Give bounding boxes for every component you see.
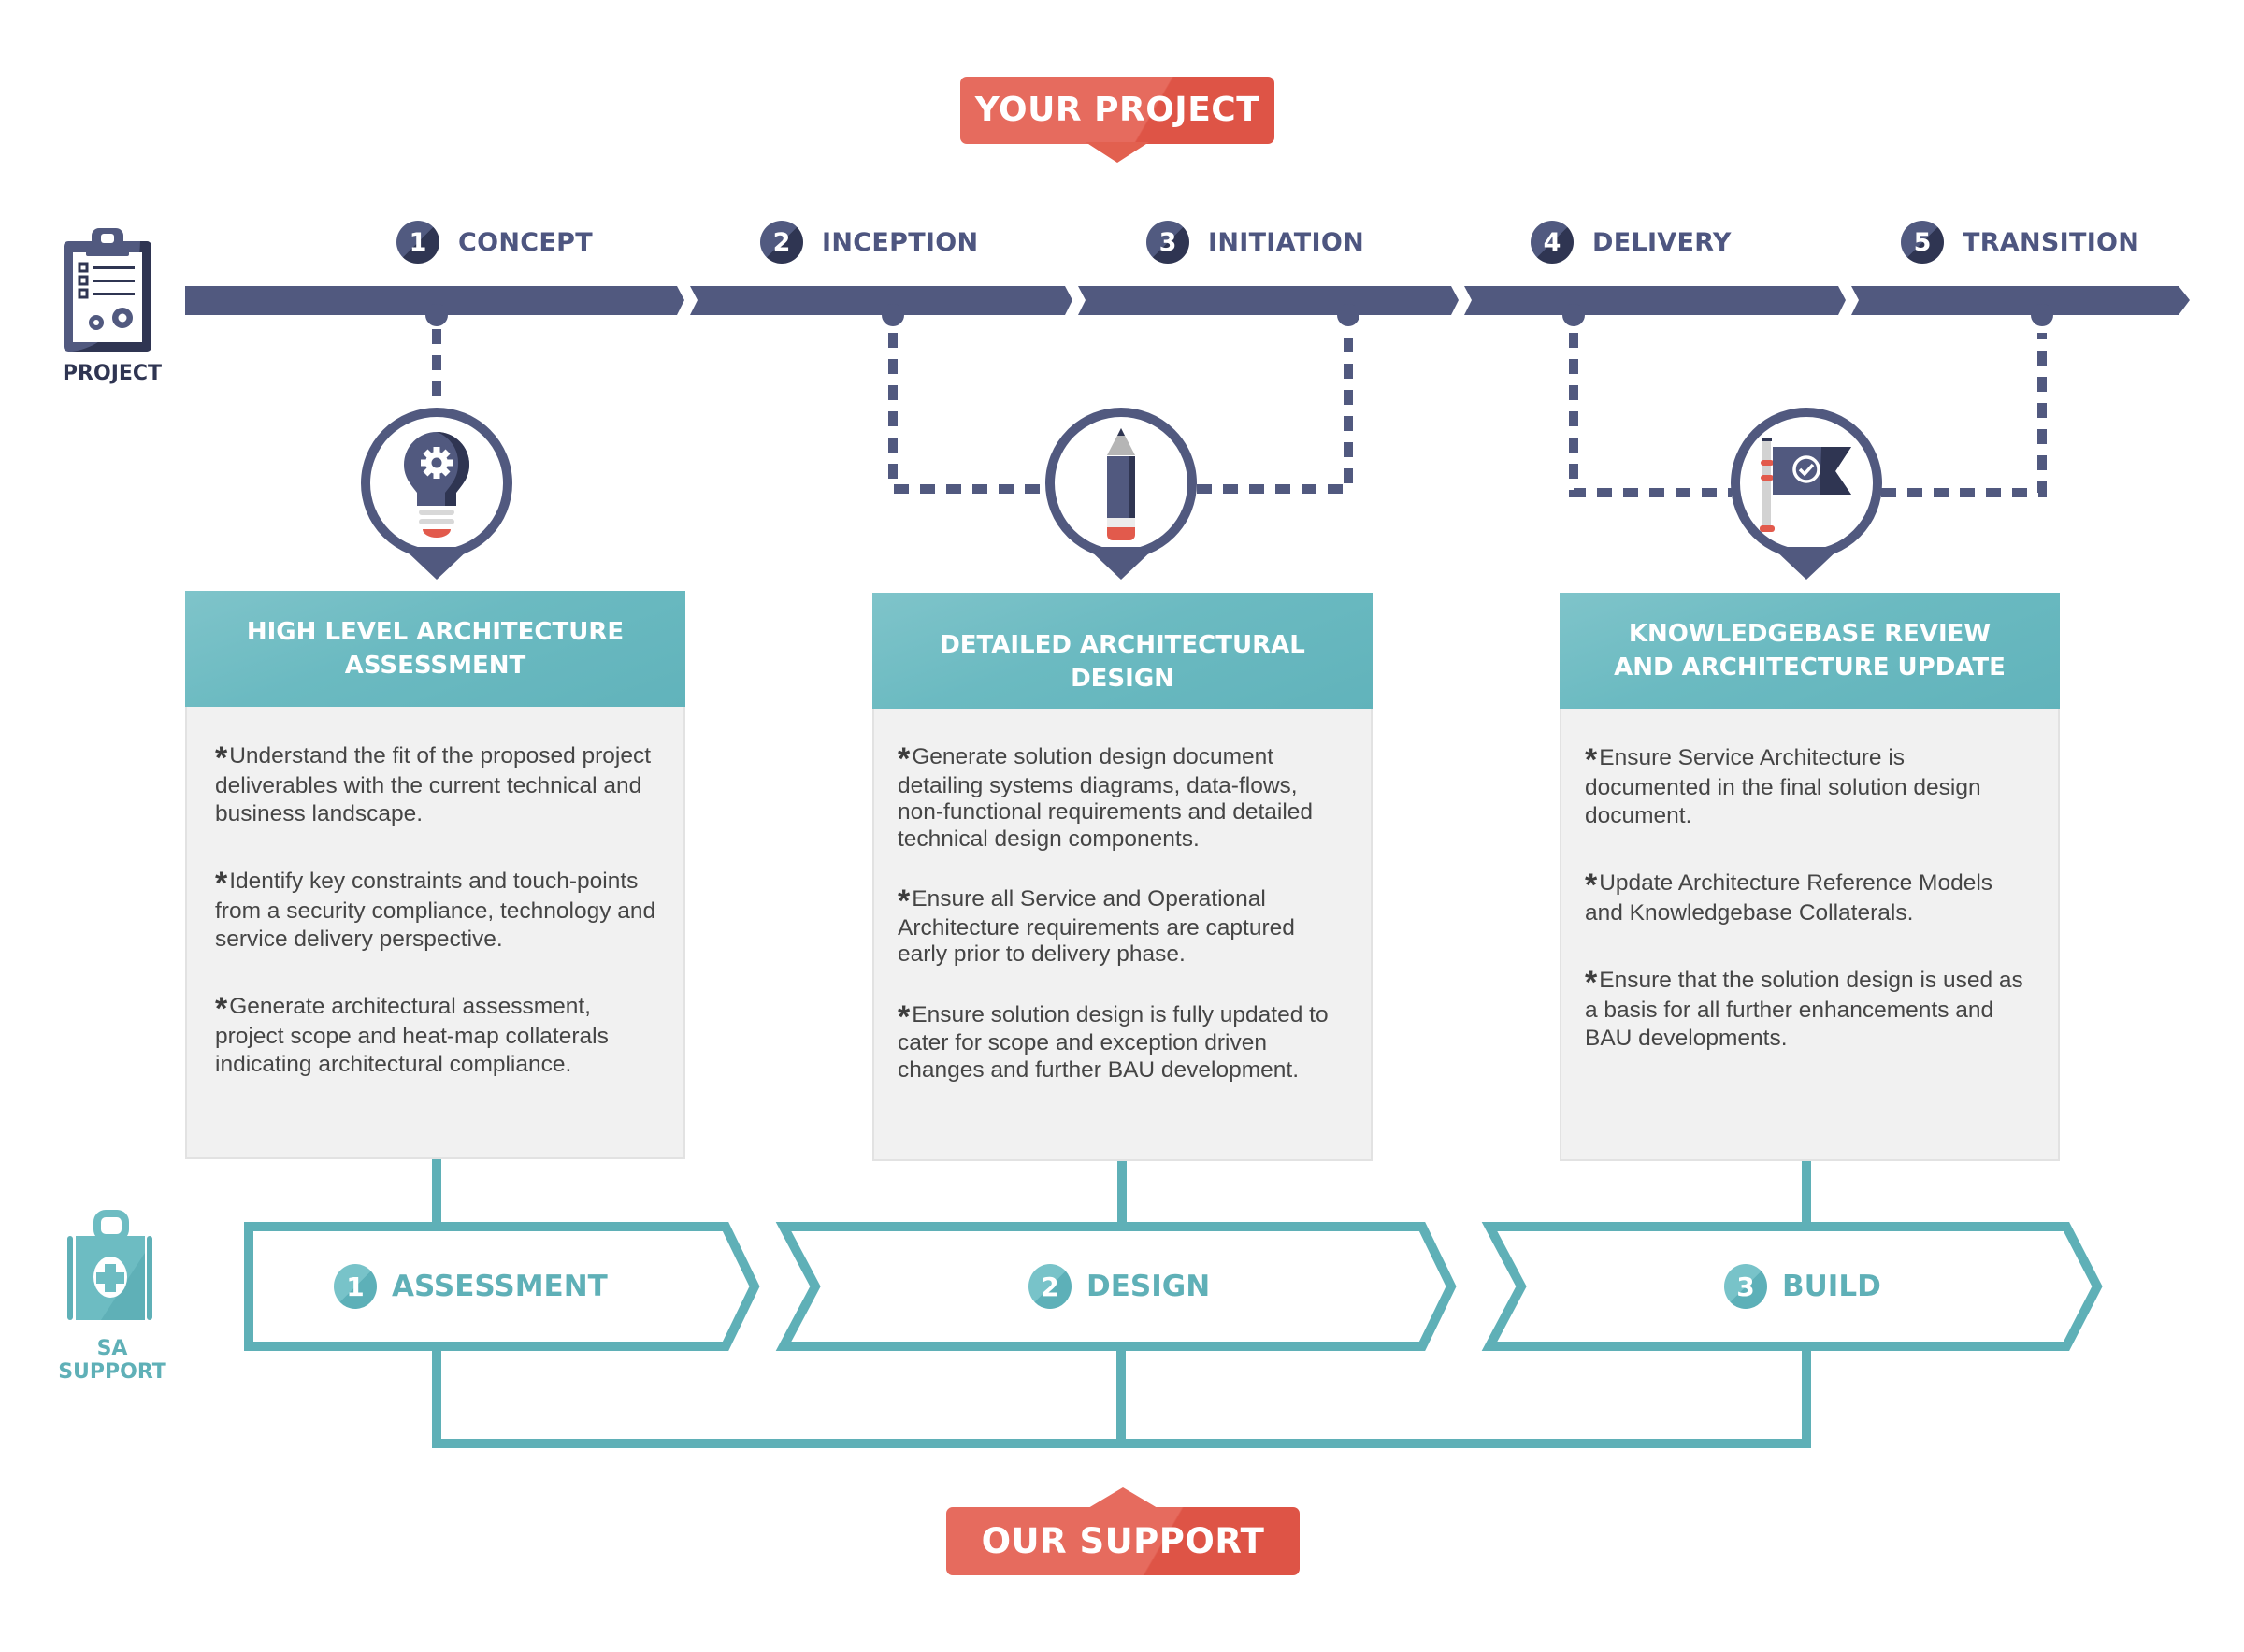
icon-pin-3 [1731,408,1882,580]
phase-label: CONCEPT [458,227,593,257]
bullet-text: Ensure that the solution design is used … [1585,968,2023,1051]
phase-number-badge: 4 [1531,221,1574,264]
timeline-segment-delivery [1464,286,1846,315]
card-bullet: *Understand the fit of the proposed proj… [215,742,659,828]
phase-number-badge: 3 [1146,221,1189,264]
bullet-text: Identify key constraints and touch-point… [215,869,656,952]
card-bullets: *Ensure Service Architecture is document… [1585,744,2034,1092]
phase-label: INCEPTION [822,227,979,257]
phase-label: TRANSITION [1963,227,2140,257]
card-title: DETAILED ARCHITECTURAL DESIGN [872,593,1373,709]
support-step-design: 2 DESIGN [1028,1263,1210,1310]
asterisk-bullet-icon: * [1585,868,1598,903]
timeline-segment-inception [690,286,1072,315]
card-bullet: *Generate solution design document detai… [898,741,1346,853]
card-bullet: *Ensure that the solution design is used… [1585,967,2034,1053]
project-side-label: PROJECT [62,362,163,385]
phase-number-badge: 5 [1901,221,1944,264]
asterisk-bullet-icon: * [898,741,911,777]
card-title: KNOWLEDGEBASE REVIEW AND ARCHITECTURE UP… [1560,593,2060,709]
step-number-badge: 1 [334,1264,377,1309]
card-bullet: *Ensure Service Architecture is document… [1585,744,2034,830]
phase-label: DELIVERY [1592,227,1732,257]
asterisk-bullet-icon: * [898,998,911,1035]
bullet-text: Understand the fit of the proposed proje… [215,743,652,826]
our-support-label: OUR SUPPORT [981,1521,1265,1561]
card-bullet: *Ensure all Service and Operational Arch… [898,883,1346,969]
step-label: DESIGN [1086,1270,1211,1303]
phase-concept: 1 CONCEPT [396,219,593,266]
step-number-badge: 3 [1724,1264,1767,1309]
your-project-banner: YOUR PROJECT [960,77,1274,163]
support-step-build: 3 BUILD [1724,1263,1881,1310]
connector-card3 [1802,1159,1811,1227]
asterisk-bullet-icon: * [898,883,911,919]
your-project-label: YOUR PROJECT [974,91,1260,129]
bullet-text: Ensure solution design is fully updated … [898,1001,1329,1083]
banner-pointer-down [1086,142,1149,163]
asterisk-bullet-icon: * [215,866,228,901]
asterisk-bullet-icon: * [215,991,228,1027]
sa-support-side-label: SA SUPPORT [58,1337,166,1384]
timeline-segment-initiation [1078,286,1459,315]
card-detailed-architectural-design: DETAILED ARCHITECTURAL DESIGN *Generate … [872,593,1373,1161]
icon-pin-2 [1045,408,1197,580]
timeline-segment-transition [1851,286,2190,315]
icon-pin-1 [361,408,512,580]
connector-card1 [432,1159,441,1227]
bullet-text: Generate architectural assessment, proje… [215,994,609,1077]
phase-inception: 2 INCEPTION [760,219,978,266]
card-bullet: *Identify key constraints and touch-poin… [215,868,659,954]
support-connectors [432,1159,1811,1227]
phase-initiation: 3 INITIATION [1146,219,1364,266]
asterisk-bullet-icon: * [1585,965,1598,1000]
clipboard-gears-icon [64,228,151,352]
step-label: ASSESSMENT [392,1270,608,1303]
asterisk-bullet-icon: * [1585,742,1598,778]
phase-delivery: 4 DELIVERY [1531,219,1732,266]
connector-card2 [1117,1159,1127,1227]
our-support-banner: OUR SUPPORT [946,1487,1300,1575]
timeline-dot [1337,304,1359,326]
card-bullet: *Generate architectural assessment, proj… [215,993,659,1079]
phase-transition: 5 TRANSITION [1901,219,2139,266]
timeline-dot [425,304,448,326]
card-bullet: *Ensure solution design is fully updated… [898,998,1346,1085]
bullet-text: Ensure Service Architecture is documente… [1585,745,1981,828]
phase-label: INITIATION [1208,227,1364,257]
phase-number-badge: 1 [396,221,439,264]
card-bullet: *Update Architecture Reference Models an… [1585,869,2034,927]
project-timeline-bar [185,286,2190,315]
timeline-dot [1562,304,1585,326]
first-aid-kit-icon [67,1210,152,1320]
bullet-text: Update Architecture Reference Models and… [1585,870,1993,926]
timeline-dot [2031,304,2053,326]
card-high-level-architecture-assessment: HIGH LEVEL ARCHITECTURE ASSESSMENT *Unde… [185,591,685,1159]
card-knowledgebase-review: KNOWLEDGEBASE REVIEW AND ARCHITECTURE UP… [1560,593,2060,1161]
card-title: HIGH LEVEL ARCHITECTURE ASSESSMENT [185,591,685,707]
bullet-text: Generate solution design document detail… [898,744,1314,852]
step-label: BUILD [1782,1270,1881,1303]
asterisk-bullet-icon: * [215,740,228,776]
bullet-text: Ensure all Service and Operational Archi… [898,886,1295,967]
support-bracket [432,1351,1811,1448]
support-step-assessment: 1 ASSESSMENT [334,1263,608,1310]
timeline-dot [882,304,904,326]
step-number-badge: 2 [1028,1264,1072,1309]
card-bullets: *Generate solution design document detai… [898,741,1346,1117]
phase-number-badge: 2 [760,221,803,264]
card-bullets: *Understand the fit of the proposed proj… [215,742,659,1118]
